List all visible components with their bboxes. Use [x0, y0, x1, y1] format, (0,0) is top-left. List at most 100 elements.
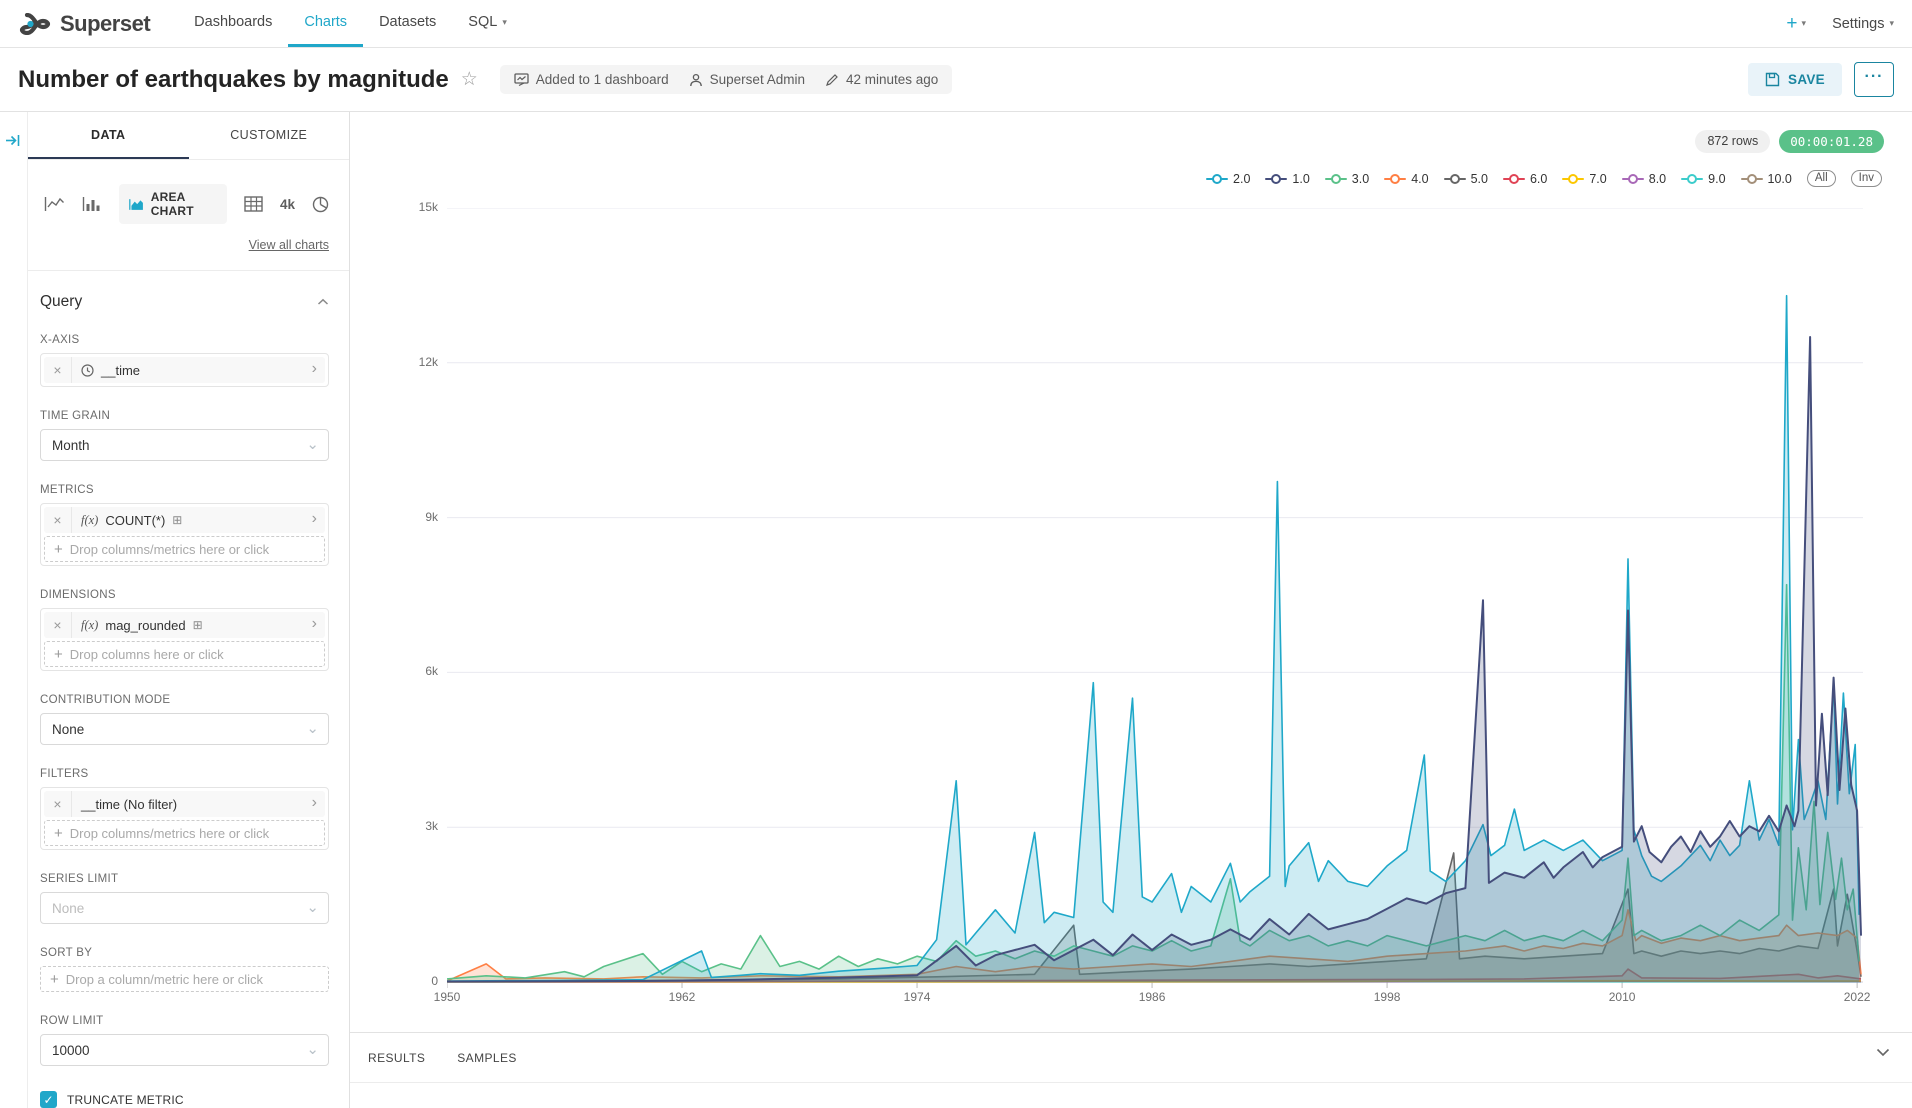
legend-label: 7.0 — [1589, 172, 1606, 186]
legend-item-5.0[interactable]: 5.0 — [1444, 172, 1488, 186]
tab-customize[interactable]: CUSTOMIZE — [189, 112, 350, 159]
legend-item-1.0[interactable]: 1.0 — [1265, 172, 1309, 186]
legend-label: 9.0 — [1708, 172, 1725, 186]
chart-canvas-region: 872 rows 00:00:01.28 2.01.03.04.05.06.07… — [350, 112, 1912, 1108]
chevron-right-icon[interactable]: › — [312, 510, 325, 530]
nav-dashboards[interactable]: Dashboards — [178, 0, 288, 47]
legend-item-9.0[interactable]: 9.0 — [1681, 172, 1725, 186]
dimension-value: mag_rounded — [105, 618, 185, 633]
settings-label: Settings — [1832, 16, 1884, 32]
area-chart-plot[interactable] — [447, 208, 1863, 994]
sort-by-dropzone[interactable]: + Drop a column/metric here or click — [40, 966, 329, 992]
legend-label: 3.0 — [1352, 172, 1369, 186]
legend-series-icon — [1206, 174, 1228, 184]
chart-metadata-bar: Added to 1 dashboard Superset Admin 42 m… — [500, 65, 952, 94]
truncate-metric-checkbox[interactable]: ✓ — [40, 1091, 57, 1108]
remove-metric-icon[interactable]: × — [44, 507, 72, 533]
chevron-down-icon: ⌄ — [306, 719, 319, 737]
chevron-right-icon[interactable]: › — [312, 794, 325, 814]
chevron-right-icon[interactable]: › — [312, 360, 325, 380]
settings-menu[interactable]: Settings ▾ — [1832, 16, 1894, 32]
remove-filter-icon[interactable]: × — [44, 791, 72, 817]
query-section-title: Query — [40, 293, 82, 311]
save-button[interactable]: SAVE — [1748, 63, 1842, 96]
favorite-star-icon[interactable]: ☆ — [461, 68, 478, 91]
legend-series-icon — [1503, 174, 1525, 184]
owner-meta[interactable]: Superset Admin — [689, 72, 805, 87]
nav-sql[interactable]: SQL ▾ — [452, 0, 523, 47]
contribution-mode-label: CONTRIBUTION MODE — [40, 694, 329, 706]
legend-item-2.0[interactable]: 2.0 — [1206, 172, 1250, 186]
query-timer-badge[interactable]: 00:00:01.28 — [1779, 130, 1884, 153]
chevron-right-icon[interactable]: › — [312, 615, 325, 635]
tab-samples[interactable]: SAMPLES — [457, 1051, 517, 1065]
metric-value: COUNT(*) — [105, 513, 165, 528]
top-navbar: Superset Dashboards Charts Datasets SQL … — [0, 0, 1912, 48]
x-axis-pill[interactable]: × __time › — [44, 357, 325, 383]
dimension-pill[interactable]: × f(x) mag_rounded ⊞ › — [44, 612, 325, 638]
row-limit-select[interactable]: 10000 ⌄ — [40, 1034, 329, 1066]
filters-dropzone-label: Drop columns/metrics here or click — [70, 826, 269, 841]
time-grain-select[interactable]: Month ⌄ — [40, 429, 329, 461]
table-chart-icon[interactable] — [244, 196, 263, 212]
viz-area-chart-selected[interactable]: AREA CHART — [119, 184, 227, 224]
sort-by-dropzone-label: Drop a column/metric here or click — [66, 972, 263, 987]
line-chart-icon[interactable] — [44, 196, 65, 212]
y-tick-label: 6k — [394, 664, 438, 678]
dimensions-control: × f(x) mag_rounded ⊞ › + Drop columns he… — [40, 608, 329, 671]
legend-item-4.0[interactable]: 4.0 — [1384, 172, 1428, 186]
datasource-rail — [0, 112, 28, 1108]
contribution-mode-select[interactable]: None ⌄ — [40, 713, 329, 745]
area-chart-icon — [129, 198, 144, 211]
modified-meta[interactable]: 42 minutes ago — [825, 72, 938, 87]
contribution-mode-value: None — [52, 722, 84, 737]
nav-charts[interactable]: Charts — [288, 0, 363, 47]
table-glyph-icon: ⊞ — [172, 513, 182, 527]
dashboard-chart-icon — [514, 72, 529, 87]
filters-dropzone[interactable]: + Drop columns/metrics here or click — [44, 820, 325, 846]
metrics-dropzone[interactable]: + Drop columns/metrics here or click — [44, 536, 325, 562]
remove-dimension-icon[interactable]: × — [44, 612, 72, 638]
legend-item-8.0[interactable]: 8.0 — [1622, 172, 1666, 186]
remove-x-axis-icon[interactable]: × — [44, 357, 72, 383]
chevron-down-icon: ▾ — [1889, 18, 1894, 29]
bar-chart-icon[interactable] — [82, 196, 102, 212]
legend-label: 5.0 — [1471, 172, 1488, 186]
legend-item-3.0[interactable]: 3.0 — [1325, 172, 1369, 186]
tab-results[interactable]: RESULTS — [368, 1051, 425, 1065]
tab-data[interactable]: DATA — [28, 112, 189, 159]
filter-pill[interactable]: × __time (No filter) › — [44, 791, 325, 817]
table-glyph-icon: ⊞ — [193, 618, 203, 632]
clock-icon — [81, 364, 94, 377]
nav-sql-label: SQL — [468, 14, 497, 30]
y-tick-label: 9k — [394, 510, 438, 524]
legend-item-7.0[interactable]: 7.0 — [1562, 172, 1606, 186]
collapse-results-icon[interactable] — [1876, 1048, 1890, 1057]
series-limit-select[interactable]: None ⌄ — [40, 892, 329, 924]
pie-chart-icon[interactable] — [312, 196, 329, 213]
x-axis-value: __time — [101, 363, 140, 378]
time-grain-value: Month — [52, 438, 90, 453]
save-button-label: SAVE — [1788, 72, 1825, 87]
chevron-down-icon: ⌄ — [306, 1040, 319, 1058]
expand-panel-icon[interactable] — [5, 132, 22, 149]
plus-icon: + — [54, 541, 63, 558]
big-number-chart-icon[interactable]: 4k — [280, 197, 295, 212]
superset-brand[interactable]: Superset — [18, 0, 150, 47]
legend-item-10.0[interactable]: 10.0 — [1741, 172, 1792, 186]
dashboards-meta[interactable]: Added to 1 dashboard — [514, 72, 669, 87]
more-options-button[interactable]: ··· — [1854, 62, 1894, 97]
view-all-charts-link[interactable]: View all charts — [249, 238, 329, 252]
legend-inv-button[interactable]: Inv — [1851, 170, 1882, 187]
nav-datasets[interactable]: Datasets — [363, 0, 452, 47]
collapse-query-icon[interactable] — [317, 298, 329, 306]
series-limit-placeholder: None — [52, 901, 84, 916]
new-item-button[interactable]: + ▾ — [1786, 13, 1806, 35]
y-tick-label: 3k — [394, 819, 438, 833]
legend-item-6.0[interactable]: 6.0 — [1503, 172, 1547, 186]
dimensions-dropzone[interactable]: + Drop columns here or click — [44, 641, 325, 667]
metric-pill[interactable]: × f(x) COUNT(*) ⊞ › — [44, 507, 325, 533]
legend-all-button[interactable]: All — [1807, 170, 1836, 187]
metrics-control: × f(x) COUNT(*) ⊞ › + Drop columns/metri… — [40, 503, 329, 566]
user-icon — [689, 73, 703, 87]
